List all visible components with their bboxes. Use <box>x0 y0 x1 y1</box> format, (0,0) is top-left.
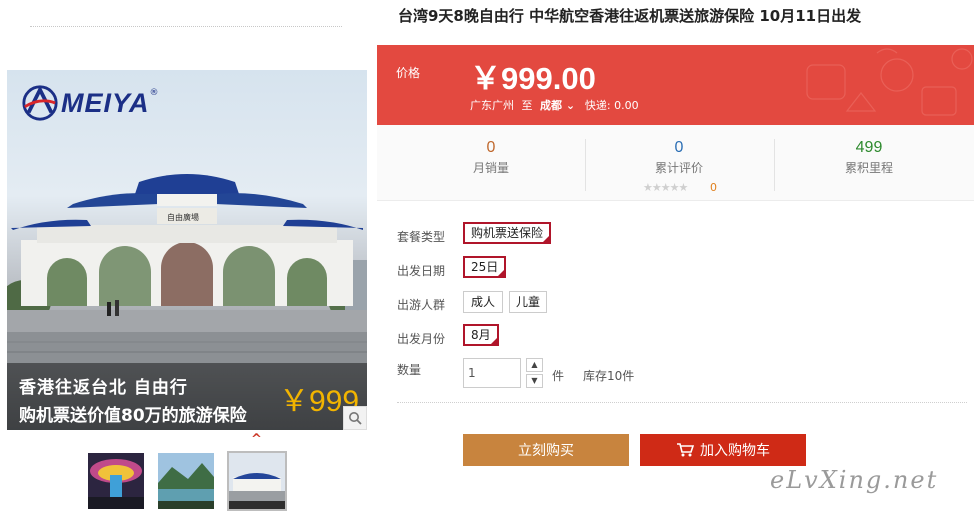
stat-divider <box>585 139 586 191</box>
thumbnail-3-image <box>229 453 285 509</box>
quantity-input[interactable] <box>463 358 521 388</box>
product-main-image[interactable]: 自由廣場 MEIYA ® 香港往返台北 自由行 购机票送价值80万的旅游保险 ￥… <box>7 70 367 430</box>
brand-mark-icon <box>22 85 58 121</box>
shipping-fee: 0.00 <box>614 99 639 112</box>
stat-points: 499 累积里程 <box>799 139 939 176</box>
registered-mark: ® <box>149 88 159 98</box>
magnifier-icon <box>349 412 362 425</box>
rating-count: 0 <box>710 181 717 194</box>
shipping-info: 广东广州 至 成都 ⌄ 快递: 0.00 <box>470 97 639 113</box>
stat-divider <box>774 139 775 191</box>
price-panel: 价格 ￥999.00 广东广州 至 成都 ⌄ 快递: 0.00 <box>377 45 974 125</box>
quantity-unit: 件 <box>552 369 565 383</box>
brand-name: MEIYA <box>61 87 150 118</box>
destination-select[interactable]: 成都 ⌄ <box>540 99 579 112</box>
actions-divider <box>397 402 967 403</box>
site-watermark: eLvXing.net <box>770 466 939 494</box>
departure-date-label: 出发日期 <box>397 264 446 278</box>
thumbnail-1[interactable] <box>88 453 144 509</box>
check-icon: ✓ <box>543 232 550 240</box>
monthly-sales-value: 0 <box>486 139 496 156</box>
rating-stars-icon: ★★★★★ <box>643 181 688 194</box>
stat-reviews[interactable]: 0 累计评价 <box>609 139 749 176</box>
monthly-sales-label: 月销量 <box>472 161 509 175</box>
price-panel-pattern <box>806 48 973 116</box>
date-option-selected[interactable]: 25日 ✓ <box>463 256 507 278</box>
quantity-decrease-button[interactable]: ▼ <box>526 374 543 388</box>
reviews-value: 0 <box>674 139 684 156</box>
product-title: 台湾9天8晚自由行 中华航空香港往返机票送旅游保险 10月11日出发 <box>398 7 862 25</box>
shipping-label: 快递: <box>584 99 611 112</box>
brand-logo: MEIYA ® <box>21 84 159 122</box>
to-word: 至 <box>521 99 533 112</box>
thumbnail-2[interactable] <box>158 453 214 509</box>
reviews-label: 累计评价 <box>654 161 703 175</box>
points-value: 499 <box>855 139 883 156</box>
thumb-indicator-chevron-up-icon: ^ <box>251 432 262 447</box>
month-option-text: 8月 <box>471 328 491 342</box>
departure-month-label: 出发月份 <box>397 332 446 346</box>
destination-city: 成都 <box>540 99 562 112</box>
stock-count: 库存10件 <box>583 369 635 383</box>
travelers-label: 出游人群 <box>397 298 446 312</box>
thumbnail-3-selected[interactable] <box>227 451 287 511</box>
origin-city: 广东广州 <box>470 99 514 112</box>
price-value: ￥999.00 <box>470 61 596 96</box>
package-option-text: 购机票送保险 <box>471 226 544 240</box>
package-option-selected[interactable]: 购机票送保险 ✓ <box>463 222 552 244</box>
check-icon: ✓ <box>490 334 497 342</box>
caption-line-1: 香港往返台北 自由行 <box>19 378 188 398</box>
quantity-label: 数量 <box>397 363 422 377</box>
cart-icon <box>677 443 694 457</box>
traveler-option-adult[interactable]: 成人 <box>463 291 503 313</box>
month-option-selected[interactable]: 8月 ✓ <box>463 324 499 346</box>
check-icon: ✓ <box>498 266 505 274</box>
top-divider <box>30 26 342 27</box>
traveler-option-child[interactable]: 儿童 <box>509 291 547 313</box>
caption-line-2: 购机票送价值80万的旅游保险 <box>19 406 247 426</box>
svg-text:自由廣場: 自由廣場 <box>167 212 199 222</box>
date-option-text: 25日 <box>471 260 499 274</box>
stat-monthly-sales: 0 月销量 <box>421 139 561 176</box>
quantity-increase-button[interactable]: ▲ <box>526 358 543 372</box>
chevron-down-icon: ⌄ <box>565 99 576 112</box>
add-to-cart-button[interactable]: 加入购物车 <box>640 434 806 466</box>
zoom-button[interactable] <box>343 406 367 430</box>
thumbnail-1-image <box>88 453 144 509</box>
points-label: 累积里程 <box>844 161 893 175</box>
thumbnail-2-image <box>158 453 214 509</box>
price-label: 价格 <box>396 66 421 80</box>
package-type-label: 套餐类型 <box>397 230 446 244</box>
buy-now-button[interactable]: 立刻购买 <box>463 434 629 466</box>
add-to-cart-label: 加入购物车 <box>700 443 770 459</box>
